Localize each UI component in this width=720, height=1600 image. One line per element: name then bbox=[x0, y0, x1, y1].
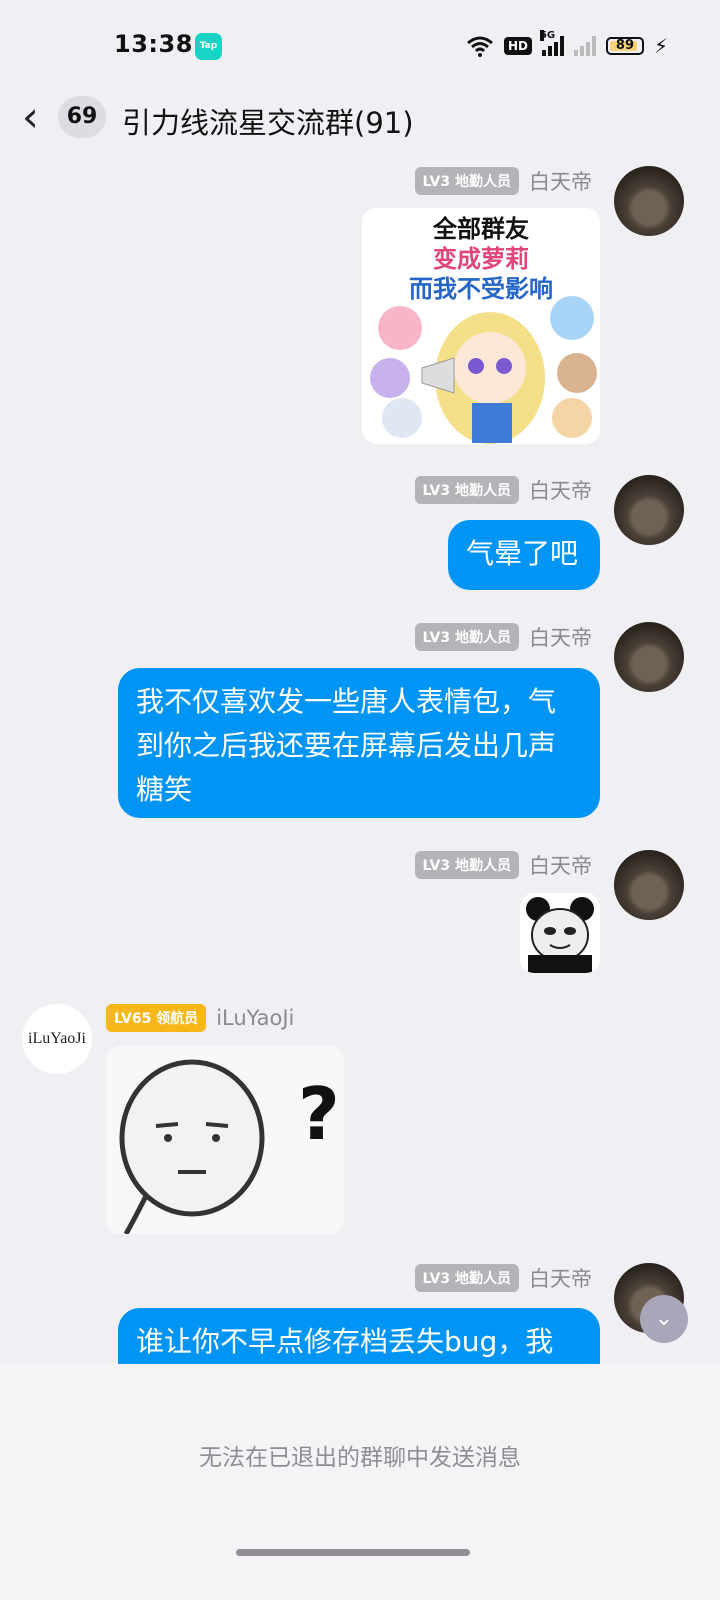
sticker-loli[interactable]: 全部群友 变成萝莉 而我不受影响 bbox=[362, 208, 600, 444]
sticker-caption-2: 变成萝莉 bbox=[433, 245, 529, 273]
bottom-bar bbox=[0, 1364, 720, 1600]
avatar-cat[interactable] bbox=[614, 622, 684, 692]
avatar-logo-text: iLuYaoJi bbox=[28, 1030, 86, 1047]
status-time: 13:38 bbox=[114, 30, 193, 58]
sender-row: LV3 地勤人员 白天帝 bbox=[414, 622, 592, 652]
avatar-cat[interactable] bbox=[614, 166, 684, 236]
level-badge: LV3 地勤人员 bbox=[414, 851, 519, 879]
unread-count-badge[interactable]: 69 bbox=[58, 96, 106, 138]
sticker-confused[interactable]: ? bbox=[106, 1046, 344, 1234]
cannot-send-notice: 无法在已退出的群聊中发送消息 bbox=[199, 1445, 521, 1471]
level-badge: LV65 领航员 bbox=[106, 1004, 207, 1032]
sender-row: LV3 地勤人员 白天帝 bbox=[414, 850, 592, 880]
hd-icon: HD bbox=[503, 37, 532, 55]
sender-name[interactable]: 白天帝 bbox=[529, 1263, 592, 1293]
sticker-caption-3: 而我不受影响 bbox=[409, 275, 553, 303]
avatar-iluyaoji[interactable]: iLuYaoJi bbox=[22, 1004, 92, 1074]
level-badge: LV3 地勤人员 bbox=[414, 476, 519, 504]
sender-name[interactable]: 白天帝 bbox=[529, 622, 592, 652]
sender-row: LV65 领航员 iLuYaoJi bbox=[106, 1004, 294, 1032]
sender-row: LV3 地勤人员 白天帝 bbox=[414, 1263, 592, 1293]
message-bubble[interactable]: 气晕了吧 bbox=[448, 520, 600, 590]
sticker-caption-1: 全部群友 bbox=[433, 215, 529, 243]
level-badge: LV3 地勤人员 bbox=[414, 1264, 519, 1292]
status-bar: 13:38 Tap HD 5G 89 ⚡ bbox=[0, 0, 720, 90]
group-title[interactable]: 引力线流星交流群(91) bbox=[122, 100, 414, 142]
signal-secondary-icon bbox=[573, 36, 596, 56]
home-indicator[interactable] bbox=[236, 1549, 470, 1556]
panda-face-illustration bbox=[520, 893, 600, 973]
signal-5g-icon: 5G bbox=[539, 30, 564, 56]
status-icons: HD 5G 89 ⚡ bbox=[466, 30, 668, 58]
tap-app-icon: Tap bbox=[195, 33, 222, 60]
battery-icon: 89 bbox=[605, 37, 644, 55]
sender-row: LV3 地勤人员 白天帝 bbox=[414, 166, 592, 196]
wifi-icon bbox=[466, 36, 493, 57]
back-chevron-icon[interactable]: ‹ bbox=[22, 96, 39, 138]
level-badge: LV3 地勤人员 bbox=[414, 623, 519, 651]
avatar-cat[interactable] bbox=[614, 475, 684, 545]
scroll-to-bottom-chevron-down-icon[interactable]: ⌄ bbox=[640, 1295, 688, 1343]
sender-name[interactable]: 白天帝 bbox=[529, 166, 592, 196]
sender-name[interactable]: 白天帝 bbox=[529, 475, 592, 505]
network-label: 5G bbox=[539, 30, 556, 41]
sender-name[interactable]: 白天帝 bbox=[529, 850, 592, 880]
level-badge: LV3 地勤人员 bbox=[414, 167, 519, 195]
message-bubble[interactable]: 我不仅喜欢发一些唐人表情包，气到你之后我还要在屏幕后发出几声糖笑 bbox=[118, 668, 600, 818]
question-mark-text: ? bbox=[298, 1072, 340, 1156]
sender-row: LV3 地勤人员 白天帝 bbox=[414, 475, 592, 505]
charging-icon: ⚡ bbox=[653, 34, 668, 58]
sticker-panda[interactable] bbox=[520, 893, 600, 973]
avatar-cat[interactable] bbox=[614, 850, 684, 920]
battery-level: 89 bbox=[615, 38, 634, 53]
sender-name[interactable]: iLuYaoJi bbox=[216, 1006, 294, 1030]
